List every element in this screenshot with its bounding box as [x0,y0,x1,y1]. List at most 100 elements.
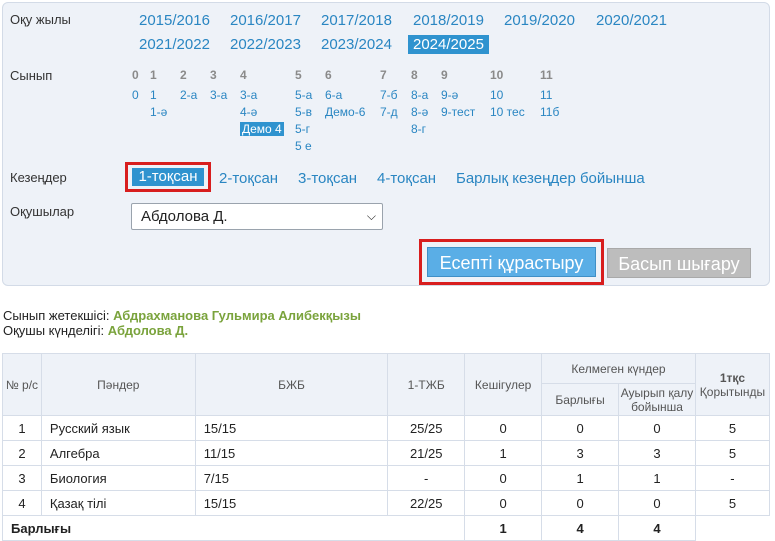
class-link[interactable]: 8-а [411,88,428,102]
diary-line: Оқушы күнделігі: Абдолова Д. [3,323,188,338]
year-link-active[interactable]: 2024/2025 [408,35,489,54]
cell-tjb: - [387,465,466,491]
cell-subject: Биология [40,465,196,491]
cell-subject: Қазақ тілі [40,490,196,516]
header-late: Кешігулер [464,353,543,416]
cell-num: 4 [2,490,42,516]
class-link[interactable]: 1-ә [150,105,167,119]
year-label: Оқу жылы [10,12,71,27]
chevron-down-icon: ⌵ [366,209,376,223]
year-link[interactable]: 2022/2023 [225,35,306,54]
report-table: № р/с Пәндер БЖБ 1-ТЖБ Кешігулер Келмеге… [1,353,771,541]
header-num: № р/с [2,353,42,416]
cell-absent-total: 3 [541,440,620,466]
cell-subject: Алгебра [40,440,196,466]
period-link-active[interactable]: 1-тоқсан [132,168,204,186]
period-label: Кезеңдер [10,170,67,185]
class-link[interactable]: 0 [132,88,139,102]
total-absent-total: 4 [541,515,620,541]
year-link[interactable]: 2020/2021 [591,11,672,30]
table-row: 4 Қазақ тілі 15/15 22/25 0 0 0 5 [2,490,771,516]
cell-final: 5 [694,440,771,466]
class-group-header: 0 [132,68,139,82]
cell-subject: Русский язык [40,415,196,441]
cell-absent-total: 0 [541,490,620,516]
class-link[interactable]: 11б [540,105,559,119]
class-link[interactable]: 9-ә [441,88,458,102]
class-link[interactable]: 3-а [210,88,227,102]
year-link[interactable]: 2017/2018 [316,11,397,30]
cell-absent-sick: 1 [618,465,696,491]
class-link[interactable]: 5-а [295,88,312,102]
cell-num: 3 [2,465,42,491]
class-link[interactable]: 2-а [180,88,197,102]
cell-final: 5 [694,490,771,516]
year-link[interactable]: 2021/2022 [134,35,215,54]
class-link[interactable]: 7-д [380,105,398,119]
cell-tjb: 25/25 [387,415,466,441]
class-group-header: 6 [325,68,332,82]
year-link[interactable]: 2016/2017 [225,11,306,30]
class-link[interactable]: Демо-6 [325,105,365,119]
header-final: 1тқс Қорытынды [694,353,771,416]
header-subject: Пәндер [40,353,196,416]
class-link[interactable]: 9-тест [441,105,475,119]
year-link[interactable]: 2015/2016 [134,11,215,30]
class-link[interactable]: 5-г [295,122,310,136]
class-label: Сынып [10,68,53,83]
total-empty-cell [695,516,769,541]
teacher-name: Абдрахманова Гульмира Алибекқызы [113,308,361,323]
period-link[interactable]: Барлық кезеңдер бойынша [456,170,645,187]
class-link[interactable]: 1 [150,88,157,102]
class-link[interactable]: 8-ә [411,105,428,119]
class-link[interactable]: 8-г [411,122,426,136]
cell-absent-total: 0 [541,415,620,441]
class-link[interactable]: 6-а [325,88,342,102]
cell-absent-sick: 0 [618,490,696,516]
period-link[interactable]: 4-тоқсан [377,170,436,187]
class-link[interactable]: 5 е [295,139,312,153]
student-select[interactable]: Абдолова Д. ⌵ [131,203,383,230]
total-label: Барлығы [1,515,466,541]
class-link[interactable]: 5-в [295,105,312,119]
table-row: 1 Русский язык 15/15 25/25 0 0 0 5 [2,415,771,441]
class-group-header: 10 [490,68,504,82]
cell-absent-sick: 0 [618,415,696,441]
period-active-highlight: 1-тоқсан [125,162,211,192]
class-link[interactable]: 7-б [380,88,398,102]
cell-final: 5 [694,415,771,441]
cell-late: 0 [464,465,543,491]
class-group-header: 4 [240,68,247,82]
build-report-button[interactable]: Есепті құрастыру [427,247,596,277]
class-group-header: 9 [441,68,448,82]
total-absent-sick: 4 [618,515,696,541]
teacher-line: Сынып жетекшісі: Абдрахманова Гульмира А… [3,308,361,323]
table-row: 3 Биология 7/15 - 0 1 1 - [2,465,771,491]
diary-student-name: Абдолова Д. [107,323,189,338]
year-link[interactable]: 2023/2024 [316,35,397,54]
cell-tjb: 21/25 [387,440,466,466]
class-link[interactable]: 4-ә [240,105,257,119]
cell-late: 1 [464,440,543,466]
cell-bjb: 11/15 [194,440,389,466]
header-final-label: Қорытынды [699,384,766,399]
class-link[interactable]: 10 тес [490,105,525,119]
print-button[interactable]: Басып шығару [607,248,751,278]
year-link[interactable]: 2019/2020 [499,11,580,30]
class-group-header: 11 [540,68,553,82]
student-select-value: Абдолова Д. [141,208,228,225]
student-label: Оқушылар [10,204,75,219]
class-group-header: 5 [295,68,302,82]
class-link-active[interactable]: Демо 4 [240,122,284,136]
class-link[interactable]: 3-а [240,88,257,102]
cell-late: 0 [464,415,543,441]
class-group-header: 1 [150,68,157,82]
class-group-header: 3 [210,68,217,82]
cell-late: 0 [464,490,543,516]
class-group-header: 7 [380,68,387,82]
class-link[interactable]: 11 [540,88,552,102]
period-link[interactable]: 2-тоқсан [219,170,278,187]
year-link[interactable]: 2018/2019 [408,11,489,30]
period-link[interactable]: 3-тоқсан [298,170,357,187]
class-link[interactable]: 10 [490,88,503,102]
